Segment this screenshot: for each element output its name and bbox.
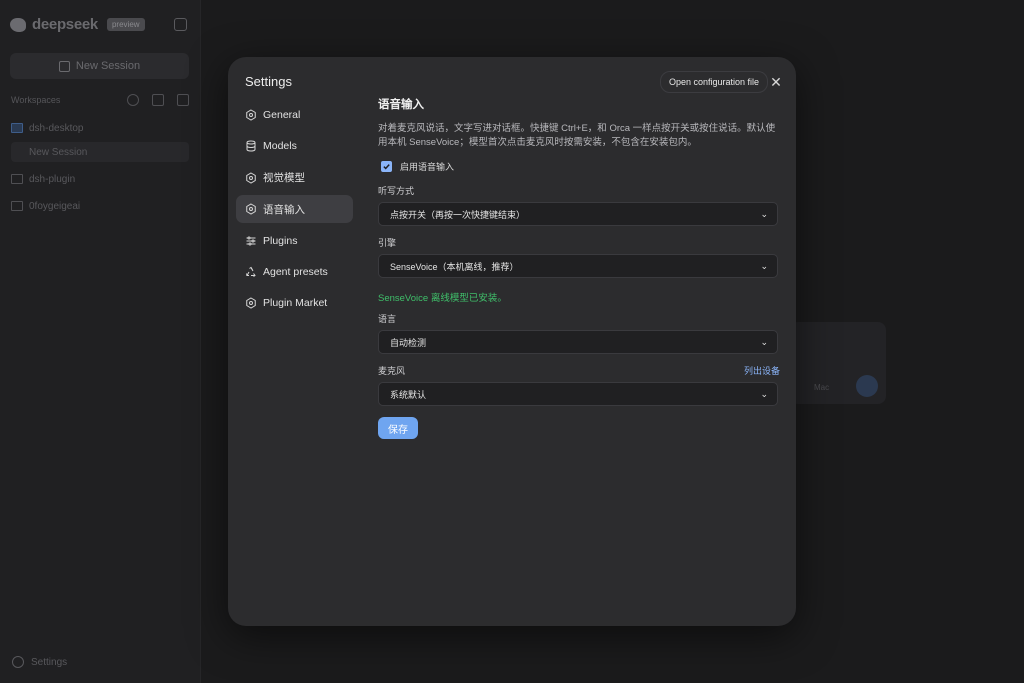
workspaces-header: Workspaces — [11, 93, 189, 107]
sidebar-collapse-icon[interactable] — [174, 18, 187, 31]
sidebar-settings-label: Settings — [31, 656, 68, 668]
session-item[interactable]: New Session — [11, 142, 189, 162]
nav-item-plugins[interactable]: Plugins — [236, 227, 353, 255]
add-folder-icon[interactable] — [177, 94, 189, 106]
session-label: New Session — [29, 146, 88, 158]
section-title: 语音输入 — [378, 99, 424, 111]
language-select-value: 自动检测 — [390, 337, 427, 348]
mic-select[interactable]: 系统默认 ⌄ — [378, 382, 778, 406]
gear-icon — [245, 203, 257, 215]
open-config-button[interactable]: Open configuration file — [660, 71, 769, 93]
engine-select-value: SenseVoice（本机离线，推荐） — [390, 261, 519, 272]
nav-item-plugin-market[interactable]: Plugin Market — [236, 289, 353, 317]
gear-icon — [245, 297, 257, 309]
folder-icon — [11, 201, 23, 211]
recycle-icon — [245, 266, 257, 278]
language-field-label: 语言 — [378, 312, 780, 324]
chevron-down-icon: ⌄ — [760, 208, 768, 219]
app-sidebar: deepseek preview New Session Workspaces … — [0, 0, 201, 683]
enable-voice-checkbox[interactable] — [381, 160, 392, 172]
engine-label: 引擎 — [378, 238, 397, 248]
sidebar-settings-link[interactable]: Settings — [12, 656, 67, 668]
workspace-label: dsh-desktop — [29, 122, 84, 134]
nav-item-models[interactable]: Models — [236, 132, 353, 160]
whale-logo-icon — [10, 17, 26, 32]
sliders-icon — [245, 235, 257, 247]
mic-select-value: 系统默认 — [390, 389, 427, 400]
nav-item-label: Models — [263, 140, 297, 153]
chevron-down-icon: ⌄ — [760, 388, 768, 399]
workspaces-title: Workspaces — [11, 95, 61, 105]
new-session-icon — [58, 60, 70, 72]
mode-select-value: 点按开关（再按一次快捷键结束） — [390, 209, 526, 220]
modal-title: Settings — [245, 74, 292, 89]
enable-voice-label: 启用语音输入 — [400, 161, 455, 172]
brand: deepseek preview — [10, 16, 145, 33]
settings-nav: General Models 视觉模型 语音输入 Plugins Agent p… — [236, 101, 353, 321]
gear-icon — [245, 172, 257, 184]
trash-icon[interactable] — [152, 94, 164, 106]
workspace-label: 0foygeigeai — [29, 200, 81, 212]
section-description: 对着麦克风说话，文字写进对话框。快捷键 Ctrl+E，和 Orca 一样点按开关… — [378, 123, 776, 148]
engine-status: SenseVoice 离线模型已安装。 — [378, 293, 507, 304]
nav-item-label: General — [263, 109, 301, 121]
gear-icon — [12, 656, 24, 668]
brand-badge: preview — [106, 18, 145, 31]
folder-icon — [11, 174, 23, 184]
engine-select[interactable]: SenseVoice（本机离线，推荐） ⌄ — [378, 254, 778, 278]
nav-item-label: Agent presets — [263, 265, 328, 278]
nav-item-label: 语音输入 — [263, 203, 305, 216]
language-label: 语言 — [378, 314, 397, 324]
nav-item-label: 视觉模型 — [263, 172, 305, 185]
chevron-down-icon: ⌄ — [760, 260, 768, 271]
background-card-avatar — [856, 375, 878, 397]
nav-item-label: Plugin Market — [263, 297, 328, 310]
chevron-down-icon: ⌄ — [760, 336, 768, 347]
nav-item-voice-input[interactable]: 语音输入 — [236, 195, 353, 224]
workspace-item[interactable]: dsh-desktop — [11, 118, 189, 138]
settings-modal: Settings Open configuration file ✕ Gener… — [228, 57, 796, 626]
workspace-item[interactable]: dsh-plugin — [11, 169, 189, 189]
list-devices-link[interactable]: 列出设备 — [744, 364, 780, 376]
mode-field-label: 听写方式 — [378, 184, 780, 196]
mode-select[interactable]: 点按开关（再按一次快捷键结束） ⌄ — [378, 202, 778, 226]
mic-field-label: 麦克风 列出设备 — [378, 364, 780, 376]
nav-item-general[interactable]: General — [236, 101, 353, 129]
mic-label: 麦克风 — [378, 366, 406, 376]
search-icon[interactable] — [127, 94, 139, 106]
workspace-item[interactable]: 0foygeigeai — [11, 196, 189, 216]
mode-label: 听写方式 — [378, 186, 415, 196]
enable-voice-row[interactable]: 启用语音输入 — [378, 158, 780, 174]
voice-input-panel: 语音输入 对着麦克风说话，文字写进对话框。快捷键 Ctrl+E，和 Orca 一… — [378, 95, 780, 439]
engine-field-label: 引擎 — [378, 236, 780, 248]
save-button[interactable]: 保存 — [378, 417, 418, 439]
nav-item-agent-presets[interactable]: Agent presets — [236, 258, 353, 286]
workspace-label: dsh-plugin — [29, 173, 76, 185]
brand-name: deepseek — [32, 16, 98, 33]
background-card-text: Mac — [814, 383, 830, 392]
nav-item-label: Plugins — [263, 234, 298, 247]
new-session-button[interactable]: New Session — [10, 53, 189, 79]
close-icon[interactable]: ✕ — [769, 75, 783, 89]
folder-icon — [11, 123, 23, 133]
gear-icon — [245, 109, 257, 121]
language-select[interactable]: 自动检测 ⌄ — [378, 330, 778, 354]
database-icon — [245, 140, 257, 152]
nav-item-vision-model[interactable]: 视觉模型 — [236, 164, 353, 192]
new-session-label: New Session — [75, 60, 141, 72]
